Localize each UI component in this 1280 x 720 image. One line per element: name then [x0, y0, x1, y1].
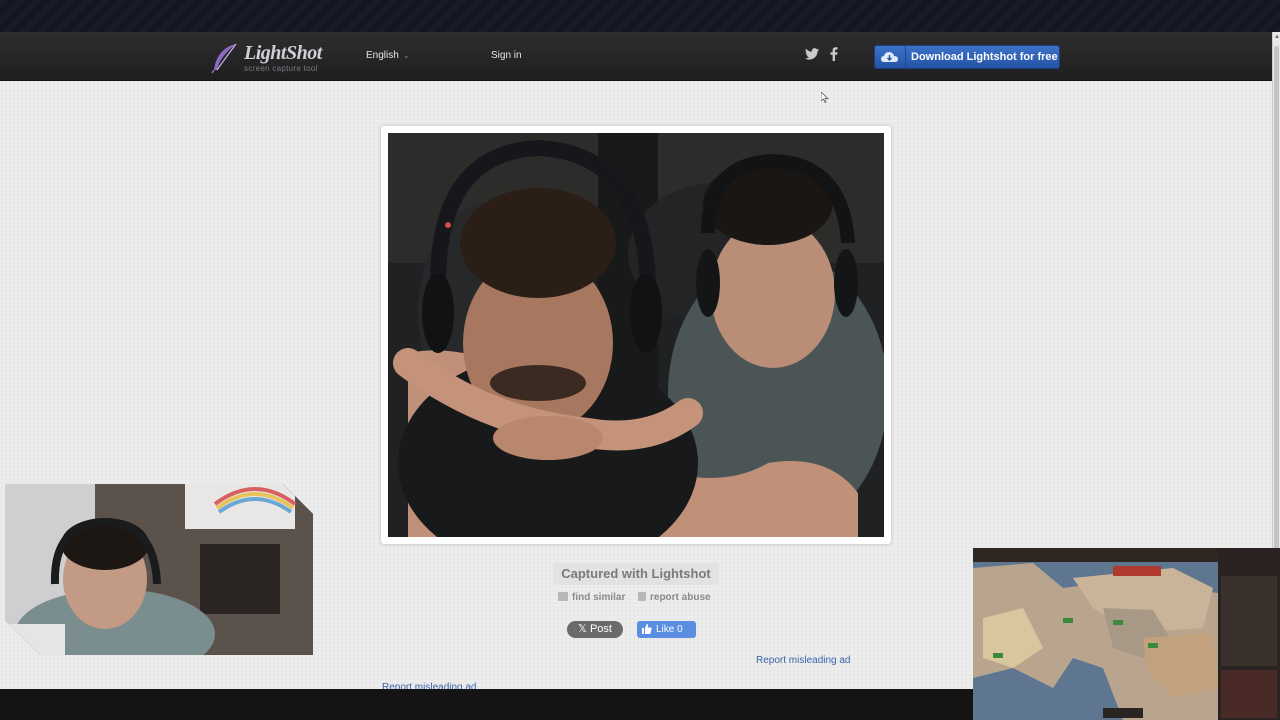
site-header: [0, 32, 1272, 81]
like-count: 0: [677, 624, 683, 635]
x-post-button[interactable]: 𝕏 Post: [567, 621, 623, 638]
lightshot-logo[interactable]: LightShot screen capture tool: [210, 42, 330, 76]
mouse-cursor: [820, 90, 829, 108]
stream-top-strip: [0, 0, 1280, 32]
feather-icon: [211, 43, 237, 74]
find-similar-label: find similar: [572, 592, 626, 603]
logo-tagline: screen capture tool: [244, 64, 318, 73]
streamer-webcam-overlay: [5, 484, 313, 655]
x-logo-icon: 𝕏: [578, 623, 587, 635]
chevron-down-icon: ⌄: [402, 51, 410, 60]
find-similar-link[interactable]: find similar: [558, 592, 625, 603]
post-label: Post: [589, 623, 612, 635]
scroll-up-icon[interactable]: ▲: [1273, 34, 1280, 42]
camera-icon: [558, 592, 568, 601]
report-abuse-link[interactable]: report abuse: [638, 592, 711, 603]
twitter-icon[interactable]: [805, 48, 819, 63]
game-map-overlay: [973, 548, 1280, 720]
facebook-icon[interactable]: [830, 47, 838, 64]
language-label: English: [366, 50, 399, 61]
language-selector[interactable]: English ⌄: [366, 50, 410, 61]
report-misleading-ad-link[interactable]: Report misleading ad: [756, 655, 851, 666]
like-label: Like: [656, 624, 675, 635]
download-button[interactable]: Download Lightshot for free: [874, 45, 1060, 69]
download-label: Download Lightshot for free: [911, 51, 1058, 63]
report-abuse-label: report abuse: [650, 592, 711, 603]
document-icon: [638, 592, 646, 601]
captured-with-lightshot-label: Captured with Lightshot: [553, 563, 719, 585]
logo-name: LightShot: [244, 42, 322, 64]
facebook-like-button[interactable]: Like 0: [637, 621, 696, 638]
screenshot-image[interactable]: [388, 133, 884, 537]
thumbs-up-icon: [642, 621, 652, 640]
cloud-download-icon: [875, 46, 906, 68]
sign-in-link[interactable]: Sign in: [491, 50, 522, 61]
report-misleading-ad-link-2[interactable]: Report misleading ad: [382, 682, 477, 689]
